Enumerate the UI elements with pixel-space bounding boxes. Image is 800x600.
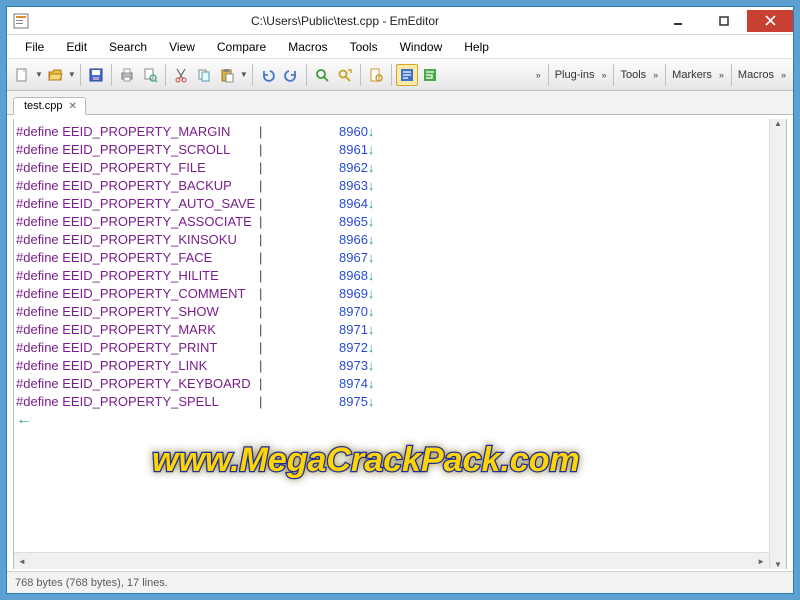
- menu-window[interactable]: Window: [390, 38, 453, 56]
- separator: [731, 64, 732, 86]
- minimize-button[interactable]: [655, 10, 701, 32]
- menu-view[interactable]: View: [159, 38, 205, 56]
- new-file-icon[interactable]: [11, 64, 33, 86]
- tab-label: test.cpp: [24, 100, 63, 112]
- toolbar-macros-label[interactable]: Macros: [736, 69, 776, 81]
- separator: [665, 64, 666, 86]
- cut-icon[interactable]: [170, 64, 192, 86]
- code-line[interactable]: #define EEID_PROPERTY_HILITE|8968↓: [16, 267, 786, 285]
- separator: [360, 64, 361, 86]
- code-content[interactable]: #define EEID_PROPERTY_MARGIN|8960↓#defin…: [14, 119, 786, 411]
- print-icon[interactable]: [116, 64, 138, 86]
- close-button[interactable]: [747, 10, 793, 32]
- tabbar: test.cpp ✕: [7, 91, 793, 115]
- separator: [165, 64, 166, 86]
- open-file-icon[interactable]: [44, 64, 66, 86]
- status-text: 768 bytes (768 bytes), 17 lines.: [15, 577, 168, 589]
- toolbar-plugins-label[interactable]: Plug-ins: [553, 69, 597, 81]
- paste-icon[interactable]: [216, 64, 238, 86]
- code-line[interactable]: #define EEID_PROPERTY_AUTO_SAVE|8964↓: [16, 195, 786, 213]
- dropdown-icon[interactable]: ▼: [240, 70, 248, 79]
- save-icon[interactable]: [85, 64, 107, 86]
- undo-icon[interactable]: [257, 64, 279, 86]
- separator: [306, 64, 307, 86]
- code-line[interactable]: #define EEID_PROPERTY_COMMENT|8969↓: [16, 285, 786, 303]
- menu-file[interactable]: File: [15, 38, 54, 56]
- print-preview-icon[interactable]: [139, 64, 161, 86]
- overflow-icon[interactable]: »: [598, 70, 609, 80]
- redo-icon[interactable]: [280, 64, 302, 86]
- vertical-scrollbar[interactable]: ▲▼: [769, 119, 786, 569]
- find-icon[interactable]: [311, 64, 333, 86]
- code-line[interactable]: #define EEID_PROPERTY_PRINT|8972↓: [16, 339, 786, 357]
- horizontal-scrollbar[interactable]: ◄►: [14, 552, 769, 569]
- menu-help[interactable]: Help: [454, 38, 499, 56]
- wrap-window-icon[interactable]: [419, 64, 441, 86]
- code-line[interactable]: #define EEID_PROPERTY_ASSOCIATE|8965↓: [16, 213, 786, 231]
- large-file-icon[interactable]: [365, 64, 387, 86]
- code-line[interactable]: #define EEID_PROPERTY_KINSOKU|8966↓: [16, 231, 786, 249]
- separator: [111, 64, 112, 86]
- app-icon: [13, 13, 29, 29]
- code-line[interactable]: #define EEID_PROPERTY_SCROLL|8961↓: [16, 141, 786, 159]
- titlebar: C:\Users\Public\test.cpp - EmEditor: [7, 7, 793, 35]
- code-line[interactable]: #define EEID_PROPERTY_BACKUP|8963↓: [16, 177, 786, 195]
- maximize-button[interactable]: [701, 10, 747, 32]
- window-title: C:\Users\Public\test.cpp - EmEditor: [35, 14, 655, 28]
- toolbar-markers-label[interactable]: Markers: [670, 69, 714, 81]
- word-wrap-icon[interactable]: [396, 64, 418, 86]
- editor-area[interactable]: #define EEID_PROPERTY_MARGIN|8960↓#defin…: [13, 119, 787, 569]
- code-line[interactable]: #define EEID_PROPERTY_KEYBOARD|8974↓: [16, 375, 786, 393]
- tab-close-icon[interactable]: ✕: [69, 101, 77, 112]
- code-line[interactable]: #define EEID_PROPERTY_SHOW|8970↓: [16, 303, 786, 321]
- svg-text:www.MegaCrackPack.com: www.MegaCrackPack.com: [152, 441, 580, 479]
- code-line[interactable]: #define EEID_PROPERTY_MARK|8971↓: [16, 321, 786, 339]
- separator: [548, 64, 549, 86]
- menu-compare[interactable]: Compare: [207, 38, 276, 56]
- separator: [252, 64, 253, 86]
- watermark: www.MegaCrackPack.com www.MegaCrackPack.…: [144, 421, 674, 501]
- copy-icon[interactable]: [193, 64, 215, 86]
- dropdown-icon[interactable]: ▼: [68, 70, 76, 79]
- menu-macros[interactable]: Macros: [278, 38, 337, 56]
- app-window: C:\Users\Public\test.cpp - EmEditor File…: [6, 6, 794, 594]
- code-line[interactable]: #define EEID_PROPERTY_MARGIN|8960↓: [16, 123, 786, 141]
- toolbar-tools-label[interactable]: Tools: [618, 69, 648, 81]
- overflow-icon[interactable]: »: [650, 70, 661, 80]
- overflow-icon[interactable]: »: [716, 70, 727, 80]
- separator: [391, 64, 392, 86]
- menu-tools[interactable]: Tools: [340, 38, 388, 56]
- code-line[interactable]: #define EEID_PROPERTY_FILE|8962↓: [16, 159, 786, 177]
- toolbar: ▼ ▼ ▼ » Plug-ins» Tools» Markers» Macros…: [7, 59, 793, 91]
- menubar: File Edit Search View Compare Macros Too…: [7, 35, 793, 59]
- dropdown-icon[interactable]: ▼: [35, 70, 43, 79]
- code-line[interactable]: #define EEID_PROPERTY_FACE|8967↓: [16, 249, 786, 267]
- statusbar: 768 bytes (768 bytes), 17 lines.: [7, 571, 793, 593]
- menu-search[interactable]: Search: [99, 38, 157, 56]
- code-line[interactable]: #define EEID_PROPERTY_LINK|8973↓: [16, 357, 786, 375]
- separator: [613, 64, 614, 86]
- separator: [80, 64, 81, 86]
- code-line[interactable]: #define EEID_PROPERTY_SPELL|8975↓: [16, 393, 786, 411]
- replace-icon[interactable]: [334, 64, 356, 86]
- menu-edit[interactable]: Edit: [56, 38, 97, 56]
- file-tab[interactable]: test.cpp ✕: [13, 97, 86, 115]
- overflow-icon[interactable]: »: [533, 70, 544, 80]
- overflow-icon[interactable]: »: [778, 70, 789, 80]
